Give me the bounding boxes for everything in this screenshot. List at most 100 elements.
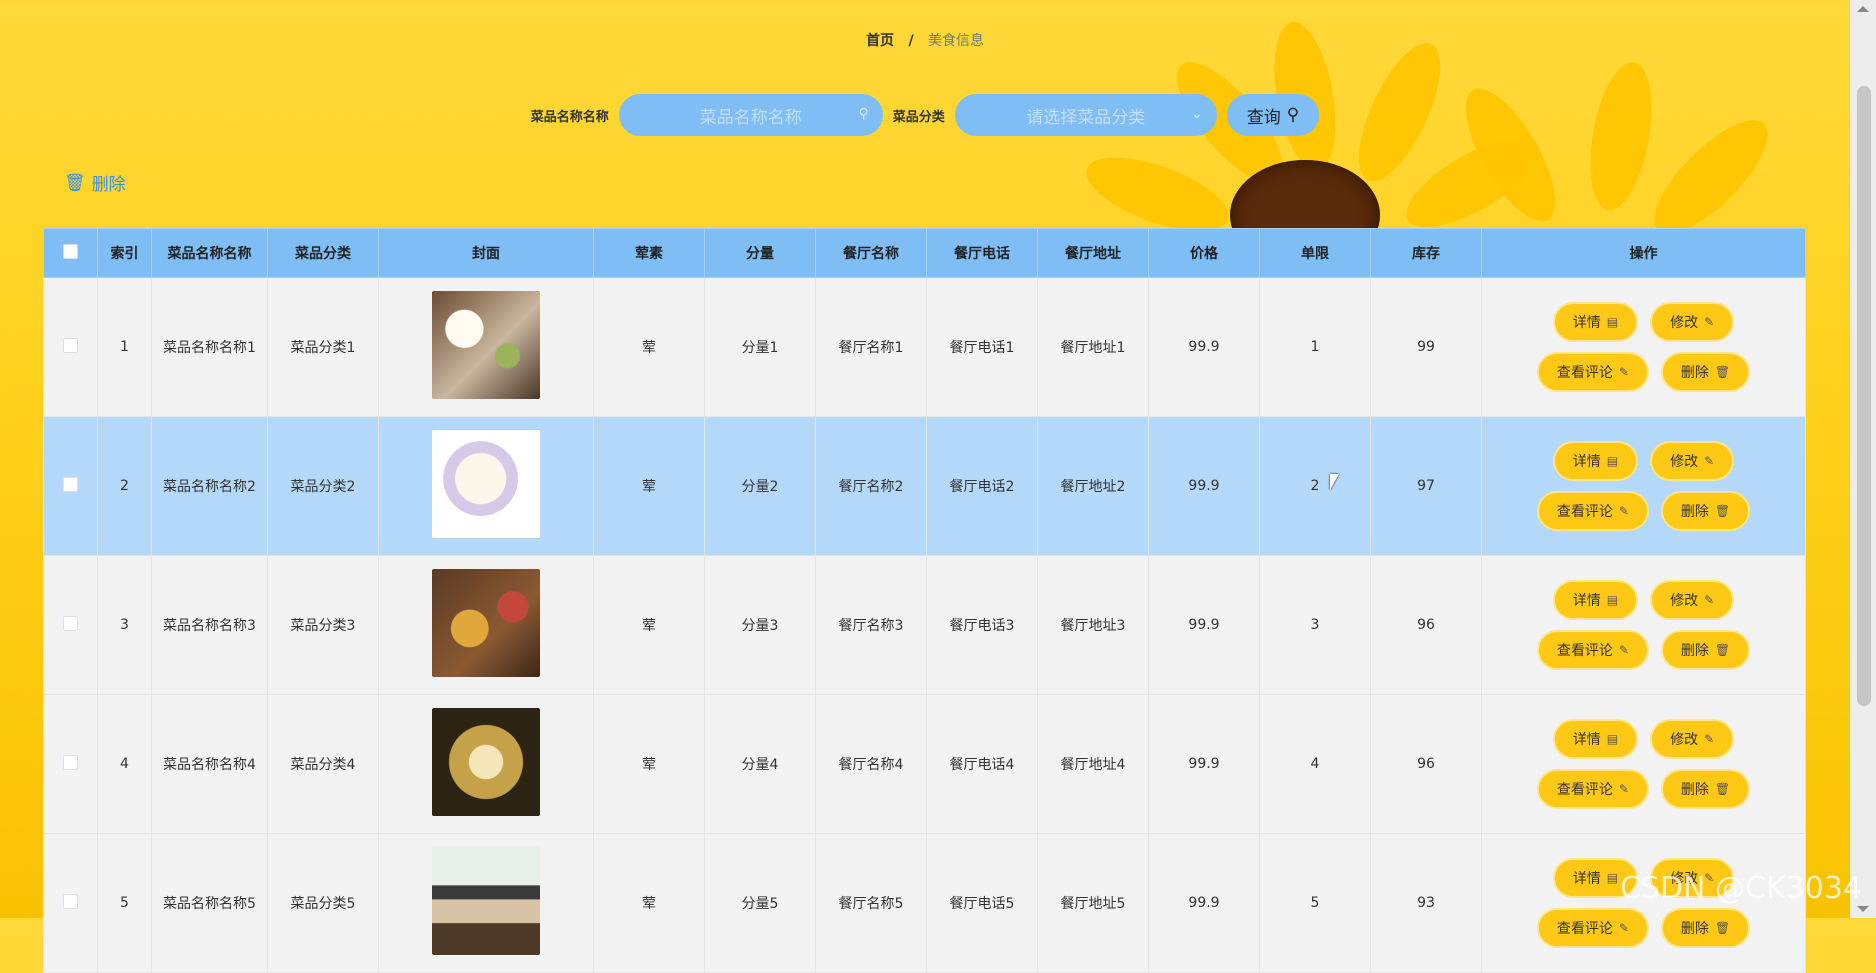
query-button[interactable]: 查询 ⚲ (1226, 94, 1320, 136)
header-limit: 单限 (1259, 228, 1371, 278)
row-checkbox[interactable] (63, 476, 78, 492)
delete-label: 删除 (1680, 643, 1709, 659)
category-select[interactable]: 请选择菜品分类 ⌄ (954, 94, 1217, 136)
cell-portion: 分量5 (704, 833, 816, 973)
detail-label: 详情 (1572, 593, 1601, 609)
header-price: 价格 (1148, 228, 1260, 278)
batch-delete-label: 删除 (91, 175, 126, 195)
edit-button[interactable]: 修改 ✎ (1650, 302, 1735, 342)
comments-button[interactable]: 查看评论 ✎ (1536, 630, 1649, 670)
delete-label: 删除 (1680, 921, 1709, 937)
breadcrumb-home[interactable]: 首页 (866, 33, 894, 49)
batch-delete-button[interactable]: 🗑 删除 (64, 170, 126, 196)
cell-name: 菜品名称名称5 (151, 833, 268, 973)
cell-limit: 5 (1259, 833, 1371, 973)
cell-restaurant: 餐厅名称3 (815, 555, 927, 695)
row-checkbox[interactable] (63, 615, 78, 631)
comments-label: 查看评论 (1556, 365, 1613, 381)
delete-button[interactable]: 删除 🗑 (1660, 352, 1751, 392)
trash-icon: 🗑 (1714, 921, 1731, 935)
document-icon: ▤ (1606, 871, 1619, 885)
detail-button[interactable]: 详情 ▤ (1552, 441, 1639, 481)
edit-button[interactable]: 修改 ✎ (1650, 719, 1735, 759)
mouse-cursor-icon (1330, 474, 1339, 490)
table-row[interactable]: 1 菜品名称名称1 菜品分类1 荤 分量1 餐厅名称1 餐厅电话1 餐厅地址1 … (43, 277, 1806, 417)
scrollbar-thumb[interactable] (1857, 86, 1871, 706)
cell-limit: 1 (1259, 277, 1371, 417)
watermark: CSDN @CK3034 (1619, 871, 1862, 906)
cell-restaurant: 餐厅名称5 (815, 833, 927, 973)
document-icon: ▤ (1606, 315, 1619, 329)
scroll-up-arrow-icon[interactable] (1857, 6, 1869, 12)
cell-type: 荤 (593, 694, 705, 834)
header-select-all[interactable] (43, 228, 98, 278)
comments-button[interactable]: 查看评论 ✎ (1536, 352, 1649, 392)
pencil-icon: ✎ (1618, 365, 1629, 379)
comments-button[interactable]: 查看评论 ✎ (1536, 491, 1649, 531)
header-portion: 分量 (704, 228, 816, 278)
header-name: 菜品名称名称 (151, 228, 268, 278)
pencil-icon: ✎ (1618, 921, 1629, 935)
delete-button[interactable]: 删除 🗑 (1660, 769, 1751, 809)
cell-phone: 餐厅电话1 (926, 277, 1038, 417)
comments-label: 查看评论 (1556, 504, 1613, 520)
select-all-checkbox[interactable] (63, 243, 78, 259)
edit-button[interactable]: 修改 ✎ (1650, 441, 1735, 481)
trash-icon: 🗑 (1714, 365, 1731, 379)
cell-index: 4 (97, 694, 152, 834)
comments-label: 查看评论 (1556, 782, 1613, 798)
cell-price: 99.9 (1148, 277, 1260, 417)
cell-stock: 93 (1370, 833, 1482, 973)
edit-label: 修改 (1670, 454, 1699, 470)
detail-button[interactable]: 详情 ▤ (1552, 580, 1639, 620)
query-label: 查询 (1246, 107, 1281, 128)
detail-button[interactable]: 详情 ▤ (1552, 302, 1639, 342)
cell-type: 荤 (593, 416, 705, 556)
cell-restaurant: 餐厅名称4 (815, 694, 927, 834)
delete-button[interactable]: 删除 🗑 (1660, 908, 1751, 948)
detail-label: 详情 (1572, 454, 1601, 470)
breadcrumb-current: 美食信息 (928, 33, 985, 49)
cell-stock: 97 (1370, 416, 1482, 556)
cell-index: 2 (97, 416, 152, 556)
cover-image (432, 291, 540, 399)
name-search-input[interactable]: 菜品名称名称 ⚲ (618, 94, 883, 136)
cell-stock: 99 (1370, 277, 1482, 417)
delete-label: 删除 (1680, 365, 1709, 381)
row-checkbox[interactable] (63, 754, 78, 770)
cell-limit: 3 (1259, 555, 1371, 695)
row-checkbox[interactable] (63, 893, 78, 909)
cell-phone: 餐厅电话4 (926, 694, 1038, 834)
table-row[interactable]: 4 菜品名称名称4 菜品分类4 荤 分量4 餐厅名称4 餐厅电话4 餐厅地址4 … (43, 694, 1806, 834)
detail-label: 详情 (1572, 871, 1601, 887)
pencil-icon: ✎ (1618, 504, 1629, 518)
comments-label: 查看评论 (1556, 921, 1613, 937)
table-row[interactable]: 2 菜品名称名称2 菜品分类2 荤 分量2 餐厅名称2 餐厅电话2 餐厅地址2 … (43, 416, 1806, 556)
cell-category: 菜品分类3 (267, 555, 379, 695)
trash-icon: 🗑 (1714, 504, 1731, 518)
cell-category: 菜品分类4 (267, 694, 379, 834)
detail-label: 详情 (1572, 732, 1601, 748)
cell-category: 菜品分类5 (267, 833, 379, 973)
cell-name: 菜品名称名称1 (151, 277, 268, 417)
table-row[interactable]: 3 菜品名称名称3 菜品分类3 荤 分量3 餐厅名称3 餐厅电话3 餐厅地址3 … (43, 555, 1806, 695)
scroll-down-arrow-icon[interactable] (1857, 906, 1869, 912)
cell-name: 菜品名称名称4 (151, 694, 268, 834)
delete-button[interactable]: 删除 🗑 (1660, 630, 1751, 670)
delete-button[interactable]: 删除 🗑 (1660, 491, 1751, 531)
cell-stock: 96 (1370, 694, 1482, 834)
cell-phone: 餐厅电话2 (926, 416, 1038, 556)
edit-button[interactable]: 修改 ✎ (1650, 580, 1735, 620)
detail-button[interactable]: 详情 ▤ (1552, 719, 1639, 759)
table-row[interactable]: 5 菜品名称名称5 菜品分类5 荤 分量5 餐厅名称5 餐厅电话5 餐厅地址5 … (43, 833, 1806, 973)
vertical-scrollbar[interactable] (1850, 0, 1876, 918)
cell-price: 99.9 (1148, 833, 1260, 973)
comments-button[interactable]: 查看评论 ✎ (1536, 769, 1649, 809)
header-phone: 餐厅电话 (926, 228, 1038, 278)
trash-icon: 🗑 (64, 172, 86, 193)
row-checkbox[interactable] (63, 337, 78, 353)
search-bar: 菜品名称名称 菜品名称名称 ⚲ 菜品分类 请选择菜品分类 ⌄ 查询 ⚲ (0, 94, 1850, 136)
comments-button[interactable]: 查看评论 ✎ (1536, 908, 1649, 948)
edit-label: 修改 (1670, 732, 1699, 748)
row-actions: 详情 ▤ 修改 ✎ 查看评论 ✎ 删除 🗑 (1483, 719, 1804, 809)
